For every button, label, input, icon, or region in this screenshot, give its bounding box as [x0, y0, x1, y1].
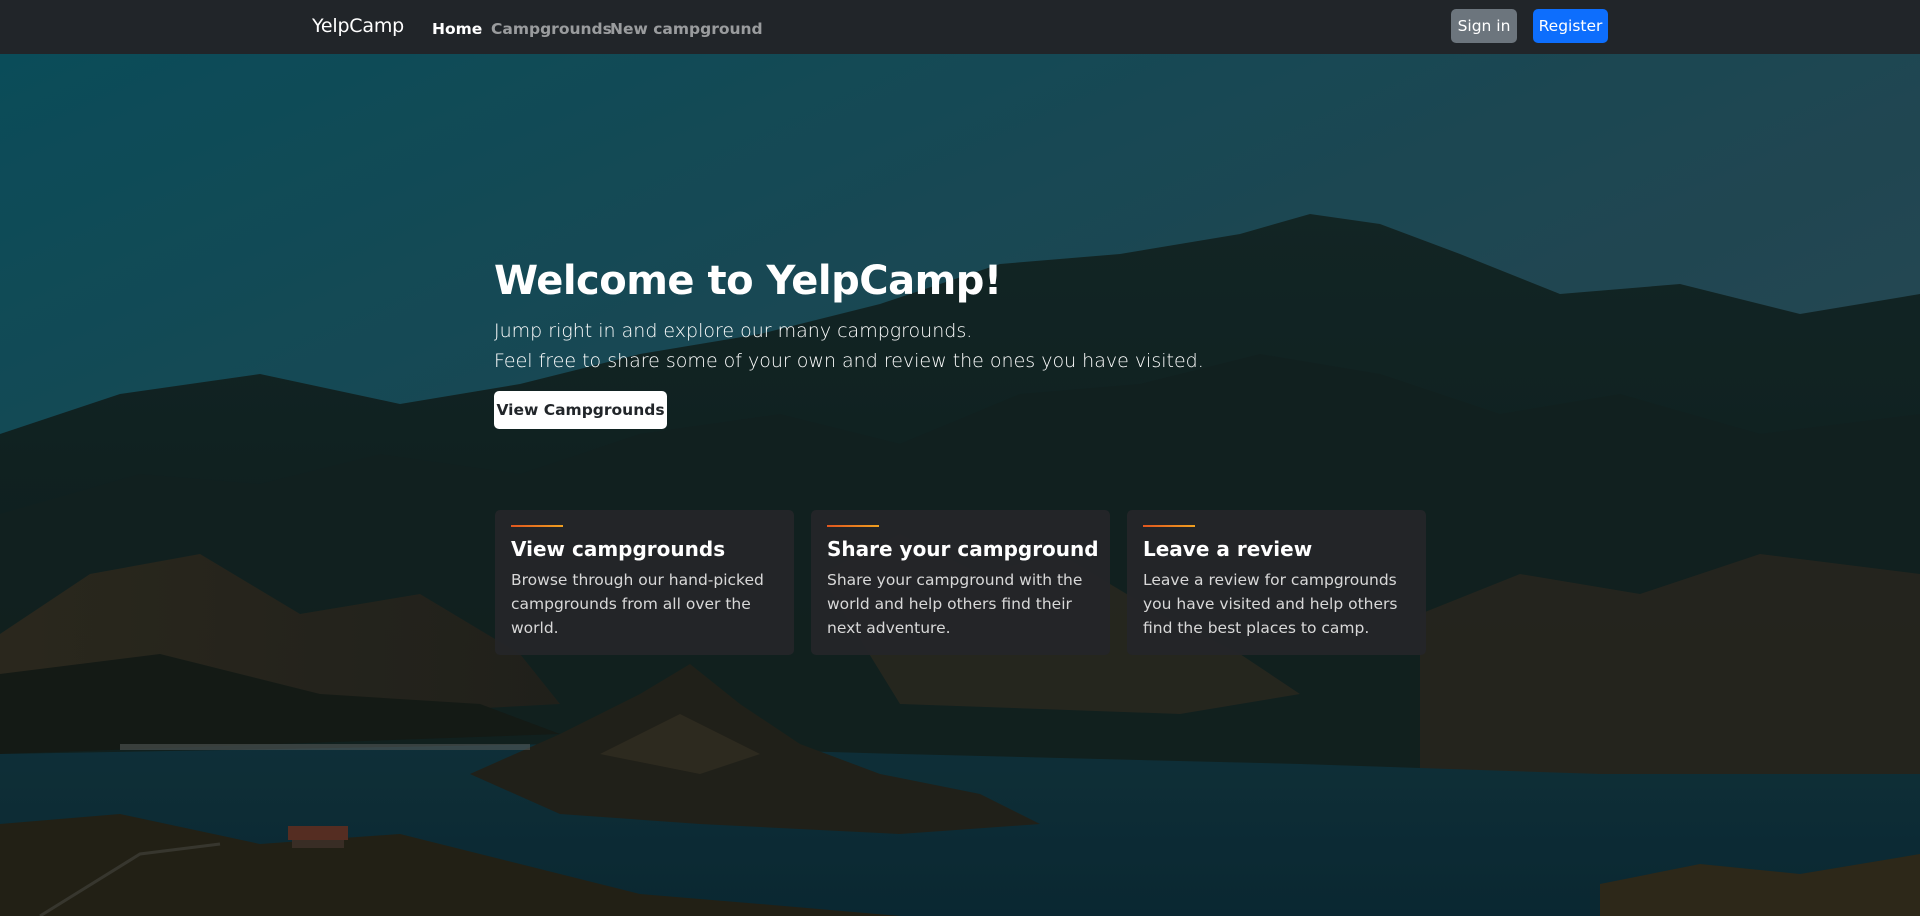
feature-card-share: Share your campground Share your campgro…: [811, 510, 1110, 655]
card-accent-line: [1143, 525, 1195, 527]
hero-subtitle-line-1: Jump right in and explore our many campg…: [494, 320, 973, 342]
card-text: Leave a review for campgrounds you have …: [1143, 571, 1398, 637]
view-campgrounds-button[interactable]: View Campgrounds: [494, 391, 667, 429]
hero-background-image: [0, 54, 1920, 916]
feature-card-review: Leave a review Leave a review for campgr…: [1127, 510, 1426, 655]
sign-in-button[interactable]: Sign in: [1451, 9, 1517, 43]
card-accent-line: [511, 525, 563, 527]
card-title: Leave a review: [1143, 537, 1313, 561]
navbar: YelpCamp Home Campgrounds New campground…: [0, 0, 1920, 54]
hero-subtitle-line-2: Feel free to share some of your own and …: [494, 350, 1204, 372]
register-button[interactable]: Register: [1533, 9, 1608, 43]
nav-link-new-campground[interactable]: New campground: [610, 20, 763, 38]
nav-link-home[interactable]: Home: [432, 20, 482, 38]
card-title: View campgrounds: [511, 537, 726, 561]
card-title: Share your campground: [827, 537, 1099, 561]
nav-link-campgrounds[interactable]: Campgrounds: [491, 20, 612, 38]
feature-card-view: View campgrounds Browse through our hand…: [495, 510, 794, 655]
card-text: Browse through our hand-picked campgroun…: [511, 571, 764, 637]
card-accent-line: [827, 525, 879, 527]
brand-logo[interactable]: YelpCamp: [312, 15, 404, 37]
card-text: Share your campground with the world and…: [827, 571, 1083, 637]
hero-title: Welcome to YelpCamp!: [494, 258, 1002, 304]
